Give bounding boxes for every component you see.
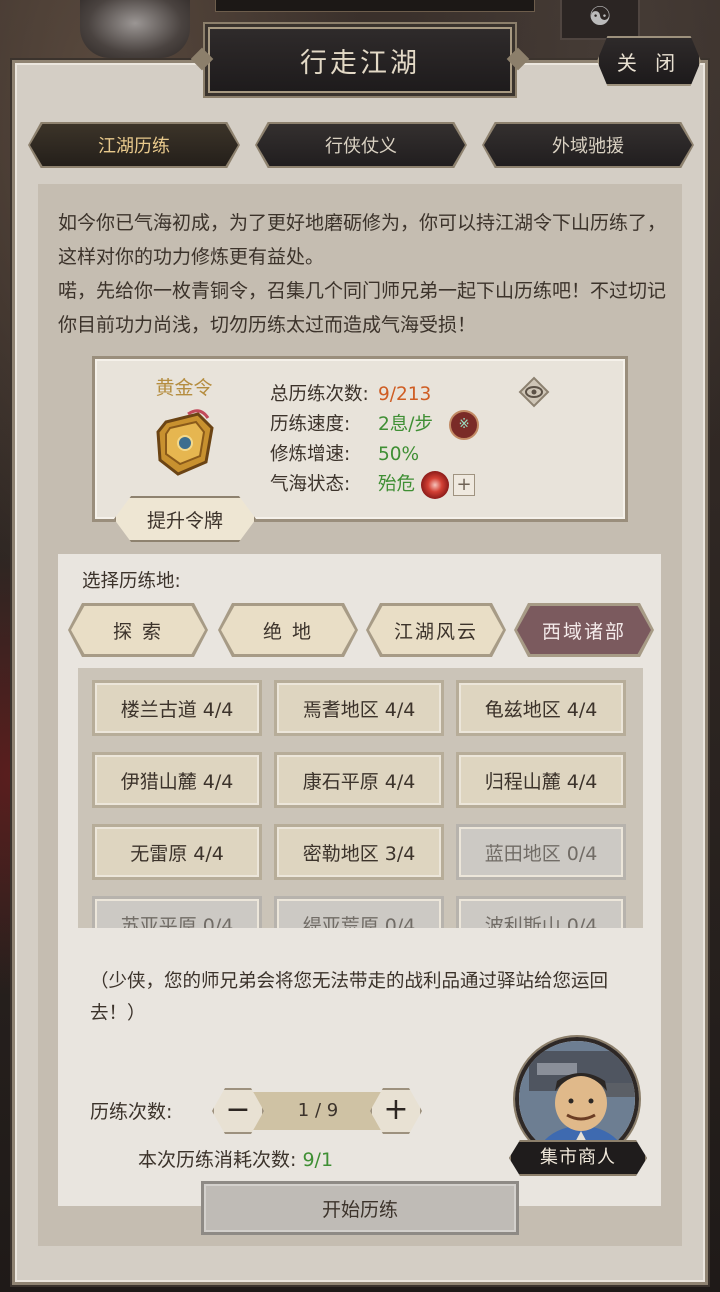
page-title: 行走江湖 bbox=[208, 27, 512, 93]
tab-chivalry[interactable]: 行侠仗义 bbox=[257, 124, 465, 166]
location-cell[interactable]: 楼兰古道 4/4 bbox=[92, 680, 262, 736]
stat-label: 总历练次数: bbox=[270, 384, 369, 405]
yinyang-icon: ☯ bbox=[560, 0, 640, 40]
background-top-bar bbox=[215, 0, 535, 12]
stat-label: 修炼增速: bbox=[270, 444, 351, 465]
tab-jianghu-training[interactable]: 江湖历练 bbox=[30, 124, 238, 166]
training-count-label: 历练次数: bbox=[90, 1101, 173, 1123]
eye-icon[interactable] bbox=[518, 376, 550, 408]
location-cell-locked[interactable]: 苏亚平原 0/4 bbox=[92, 896, 262, 928]
stat-value: 2息/步 bbox=[378, 414, 434, 435]
stat-value: 50% bbox=[378, 444, 420, 465]
location-grid-scroll[interactable]: 楼兰古道 4/4 焉耆地区 4/4 龟兹地区 4/4 伊猎山麓 4/4 康石平原… bbox=[78, 668, 643, 928]
stat-label: 历练速度: bbox=[270, 414, 351, 435]
background-character-portrait bbox=[80, 0, 190, 58]
category-jianghu-events[interactable]: 江湖风云 bbox=[369, 606, 503, 654]
merchant-button[interactable]: 集市商人 bbox=[509, 1140, 647, 1176]
location-cell[interactable]: 龟兹地区 4/4 bbox=[456, 680, 626, 736]
location-cell-locked[interactable]: 缇亚荒原 0/4 bbox=[274, 896, 444, 928]
category-forbidden-land[interactable]: 绝 地 bbox=[221, 606, 355, 654]
location-cell[interactable]: 焉耆地区 4/4 bbox=[274, 680, 444, 736]
location-cell[interactable]: 伊猎山麓 4/4 bbox=[92, 752, 262, 808]
stat-total-count: 总历练次数: 9/213 bbox=[270, 380, 479, 410]
speed-boost-icon[interactable]: ※ bbox=[449, 410, 480, 440]
token-name: 黄金令 bbox=[155, 377, 213, 399]
start-training-button[interactable]: 开始历练 bbox=[201, 1181, 519, 1235]
intro-paragraph-2: 喏，先给你一枚青铜令，召集几个同门师兄弟一起下山历练吧！不过切记你目前功力尚浅，… bbox=[58, 280, 667, 336]
cost-info: 本次历练消耗次数: 9/1 bbox=[138, 1145, 333, 1172]
location-cell[interactable]: 归程山麓 4/4 bbox=[456, 752, 626, 808]
stat-value: 殆危 bbox=[378, 474, 416, 495]
location-cell-locked[interactable]: 蓝田地区 0/4 bbox=[456, 824, 626, 880]
qi-swirl-icon bbox=[421, 471, 450, 499]
gold-token-icon bbox=[156, 409, 214, 476]
stat-speed: 历练速度: 2息/步 ※ bbox=[270, 410, 480, 440]
intro-paragraph-1: 如今你已气海初成，为了更好地磨砺修为，你可以持江湖令下山历练了，这样对你的功力修… bbox=[58, 212, 667, 268]
location-cell[interactable]: 康石平原 4/4 bbox=[274, 752, 444, 808]
category-western-tribes[interactable]: 西域诸部 bbox=[517, 606, 651, 654]
tab-foreign-aid[interactable]: 外域驰援 bbox=[484, 124, 692, 166]
location-select-title: 选择历练地: bbox=[82, 571, 181, 592]
add-qi-button[interactable]: + bbox=[453, 474, 476, 496]
stat-label: 气海状态: bbox=[270, 474, 351, 495]
category-explore[interactable]: 探 索 bbox=[71, 606, 205, 654]
location-cell-locked[interactable]: 波利斯山 0/4 bbox=[456, 896, 626, 928]
location-grid: 楼兰古道 4/4 焉耆地区 4/4 龟兹地区 4/4 伊猎山麓 4/4 康石平原… bbox=[92, 680, 626, 928]
cost-value: 9/1 bbox=[302, 1149, 334, 1171]
stat-qi-state: 气海状态: 殆危 + bbox=[270, 470, 479, 500]
location-cell[interactable]: 密勒地区 3/4 bbox=[274, 824, 444, 880]
cost-label: 本次历练消耗次数: bbox=[138, 1149, 297, 1171]
loot-note: （少侠，您的师兄弟会将您无法带走的战利品通过驿站给您运回去！） bbox=[90, 971, 609, 1024]
upgrade-token-button[interactable]: 提升令牌 bbox=[114, 496, 256, 542]
location-cell[interactable]: 无雷原 4/4 bbox=[92, 824, 262, 880]
intro-text: 如今你已气海初成，为了更好地磨砺修为，你可以持江湖令下山历练了，这样对你的功力修… bbox=[58, 206, 668, 342]
stat-value: 9/213 bbox=[378, 384, 432, 405]
close-button[interactable]: 关 闭 bbox=[597, 36, 701, 86]
token-stats: 总历练次数: 9/213 历练速度: 2息/步 ※ 修炼增速: 50% 气海状态… bbox=[270, 380, 480, 500]
stat-growth: 修炼增速: 50% bbox=[270, 440, 479, 470]
